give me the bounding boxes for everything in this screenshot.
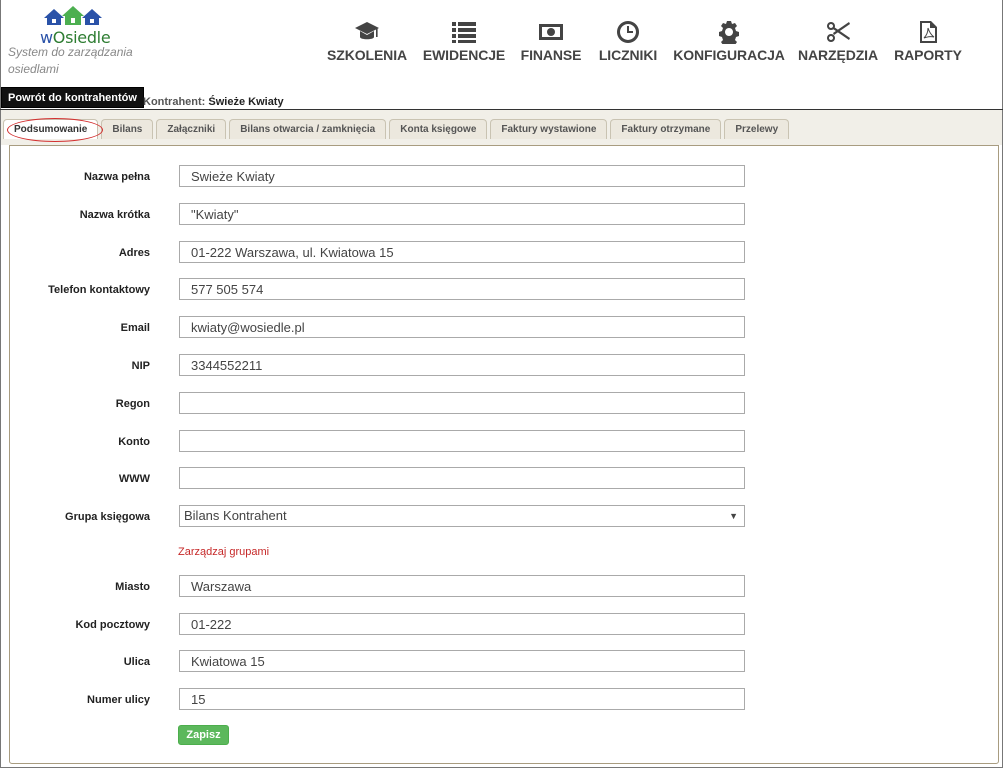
- nav-szkolenia[interactable]: SZKOLENIA: [320, 20, 414, 63]
- nazwa-krotka-label: Nazwa krótka: [79, 209, 150, 221]
- ulica-label: Ulica: [123, 656, 150, 668]
- kod-label: Kod pocztowy: [75, 619, 150, 631]
- row-numer: Numer ulicy: [0, 688, 760, 710]
- grupa-label: Grupa księgowa: [65, 511, 150, 523]
- adres-label: Adres: [118, 247, 150, 259]
- row-miasto: Miasto: [0, 575, 760, 597]
- tab-zalaczniki[interactable]: Załączniki: [156, 119, 227, 139]
- konto-label: Konto: [118, 436, 150, 448]
- row-ulica: Ulica: [0, 650, 760, 672]
- row-www: WWW: [0, 467, 760, 489]
- row-adres: Adres: [0, 241, 760, 263]
- row-email: Email: [0, 316, 760, 338]
- manage-groups-link[interactable]: Zarządzaj grupami: [178, 546, 269, 558]
- tab-przelewy[interactable]: Przelewy: [724, 119, 790, 139]
- nav-liczniki[interactable]: LICZNIKI: [588, 20, 668, 63]
- nazwa-pelna-input[interactable]: [179, 165, 745, 187]
- tagline: System do zarządzania osiedlami: [8, 45, 133, 76]
- nav-raporty[interactable]: RAPORTY: [886, 20, 970, 63]
- tab-bilans-otwarcia[interactable]: Bilans otwarcia / zamknięcia: [229, 119, 387, 139]
- tab-bilans[interactable]: Bilans: [101, 119, 154, 139]
- pdf-file-icon: [920, 21, 937, 43]
- contractor-name: Świeże Kwiaty: [208, 96, 284, 108]
- konto-input[interactable]: [179, 430, 745, 452]
- telefon-input[interactable]: [179, 278, 745, 300]
- email-input[interactable]: [179, 316, 745, 338]
- nazwa-krotka-input[interactable]: [179, 203, 745, 225]
- list-icon: [452, 22, 476, 43]
- row-nazwa-pelna: Nazwa pełna: [0, 165, 760, 187]
- numer-label: Numer ulicy: [87, 694, 150, 706]
- nav-narzedzia[interactable]: NARZĘDZIA: [790, 20, 886, 63]
- row-kod: Kod pocztowy: [0, 613, 760, 635]
- nav-ewidencje[interactable]: EWIDENCJE: [414, 20, 514, 63]
- graduation-cap-icon: [355, 22, 379, 40]
- scissors-icon: [827, 22, 850, 42]
- row-regon: Regon: [0, 392, 760, 414]
- clock-icon: [617, 21, 640, 43]
- nazwa-pelna-label: Nazwa pełna: [83, 171, 150, 183]
- row-nazwa-krotka: Nazwa krótka: [0, 203, 760, 225]
- tab-faktury-wystawione[interactable]: Faktury wystawione: [490, 119, 608, 139]
- miasto-input[interactable]: [179, 575, 745, 597]
- contractor-info: Kontrahent: Świeże Kwiaty: [143, 96, 284, 108]
- money-icon: [539, 24, 563, 40]
- save-button[interactable]: Zapisz: [178, 725, 229, 745]
- tab-bar: Podsumowanie Bilans Załączniki Bilans ot…: [3, 119, 792, 139]
- telefon-label: Telefon kontaktowy: [48, 284, 150, 296]
- row-grupa: Grupa księgowa Bilans Kontrahent ▼: [0, 505, 760, 527]
- gear-icon: [719, 21, 739, 44]
- grupa-selected-value: Bilans Kontrahent: [184, 508, 287, 523]
- row-konto: Konto: [0, 430, 760, 452]
- adres-input[interactable]: [179, 241, 745, 263]
- grupa-select[interactable]: Bilans Kontrahent ▼: [179, 505, 745, 527]
- tab-konta-ksiegowe[interactable]: Konta księgowe: [389, 119, 488, 139]
- back-to-contractors-button[interactable]: Powrót do kontrahentów: [1, 87, 144, 108]
- tab-faktury-otrzymane[interactable]: Faktury otrzymane: [610, 119, 722, 139]
- nav-konfiguracja[interactable]: KONFIGURACJA: [668, 20, 790, 63]
- row-nip: NIP: [0, 354, 760, 376]
- houses-logo-icon: [44, 6, 102, 25]
- nip-label: NIP: [131, 360, 150, 372]
- www-input[interactable]: [179, 467, 745, 489]
- row-telefon: Telefon kontaktowy: [0, 278, 760, 300]
- miasto-label: Miasto: [115, 581, 150, 593]
- kod-input[interactable]: [179, 613, 745, 635]
- nip-input[interactable]: [179, 354, 745, 376]
- numer-input[interactable]: [179, 688, 745, 710]
- main-nav: SZKOLENIA EWIDENCJE FINANSE LICZNIKI KON…: [320, 20, 970, 63]
- nav-finanse[interactable]: FINANSE: [514, 20, 588, 63]
- ulica-input[interactable]: [179, 650, 745, 672]
- tab-podsumowanie[interactable]: Podsumowanie: [3, 119, 99, 139]
- email-label: Email: [120, 322, 150, 334]
- contractor-label: Kontrahent:: [143, 96, 206, 108]
- www-label: WWW: [118, 473, 150, 485]
- regon-input[interactable]: [179, 392, 745, 414]
- dropdown-arrow-icon: ▼: [729, 511, 738, 521]
- regon-label: Regon: [115, 398, 150, 410]
